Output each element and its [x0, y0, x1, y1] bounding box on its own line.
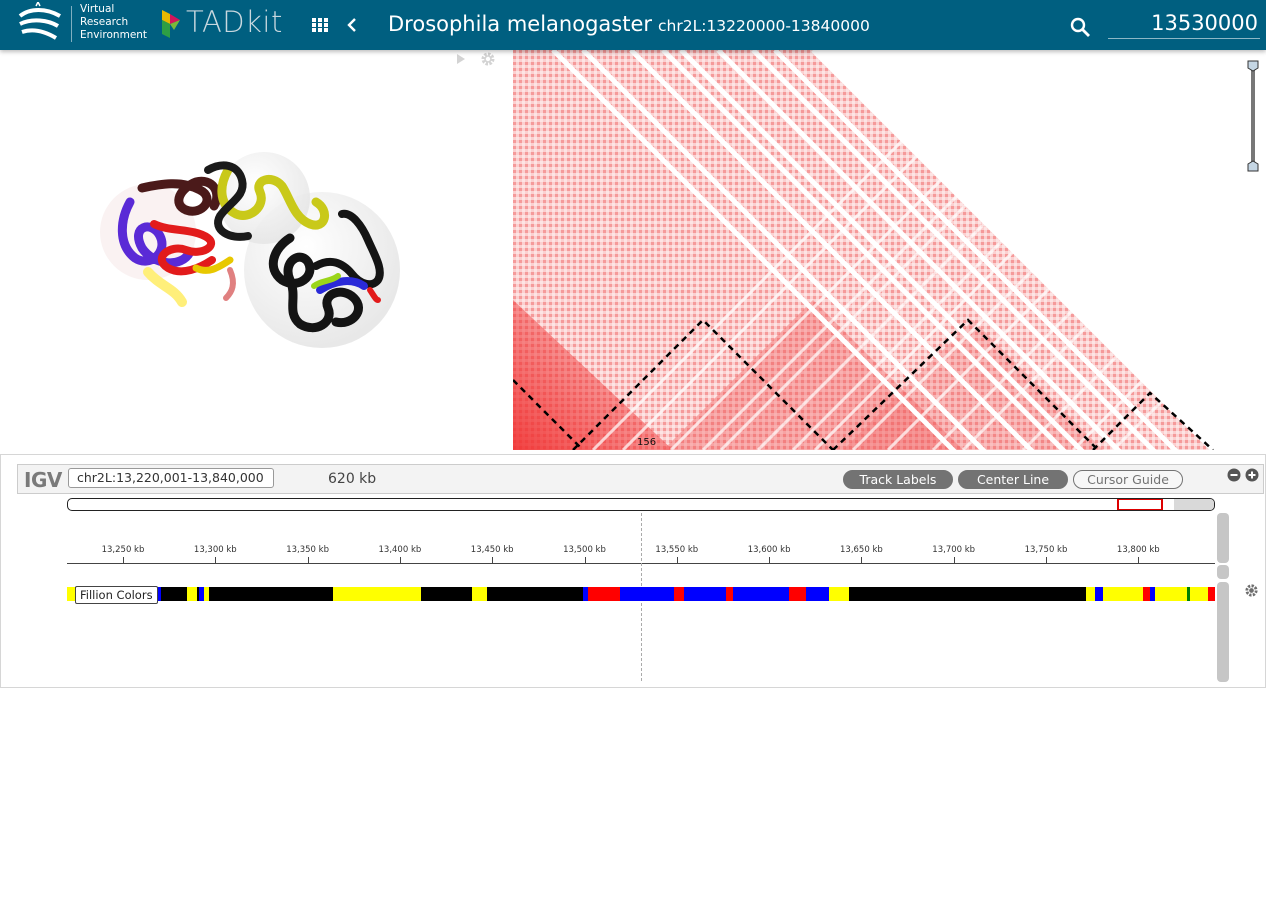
track-segment — [217, 587, 333, 601]
track-segment — [204, 587, 209, 601]
window-width-label: 620 kb — [328, 471, 377, 487]
track-segment — [733, 587, 789, 601]
species-name: Drosophila melanogaster — [388, 12, 652, 36]
igv-navbar: IGV chr2L:13,220,001-13,840,000 620 kb T… — [17, 464, 1264, 494]
vre-logo-icon — [18, 2, 61, 40]
chromosome-ideogram[interactable] — [67, 498, 1215, 511]
ruler-tick-label: 13,450 kb — [470, 545, 514, 555]
gear-icon[interactable] — [480, 51, 496, 67]
play-icon[interactable] — [456, 53, 466, 65]
position-input[interactable] — [1108, 8, 1260, 39]
track-segment — [1208, 587, 1215, 601]
matrix-index-label: 156 — [637, 437, 656, 448]
igv-logo: IGV — [24, 468, 62, 492]
ruler-tick-label: 13,500 kb — [563, 545, 606, 555]
ruler-tick-label: 13,550 kb — [655, 545, 699, 555]
track-segment — [583, 587, 588, 601]
ruler-tick-label: 13,750 kb — [1024, 545, 1068, 555]
track-segment — [1086, 587, 1095, 601]
track-scrollbar[interactable] — [1217, 582, 1229, 682]
track-segment — [588, 587, 620, 601]
ideogram-centromere — [1174, 499, 1214, 510]
tadkit-logo-text: TADkit — [186, 5, 283, 39]
matrix-zoom-slider[interactable] — [1246, 58, 1260, 174]
hic-contact-matrix[interactable]: 156 — [513, 50, 1226, 450]
page-title: Drosophila melanogaster chr2L:13220000-13… — [388, 12, 870, 36]
ruler-tick-label: 13,300 kb — [193, 545, 237, 555]
zoom-out-icon[interactable] — [1227, 468, 1241, 482]
track-segment — [684, 587, 726, 601]
track-segment — [157, 587, 161, 601]
viewer-controls — [452, 50, 502, 68]
ruler-scrollbar[interactable] — [1217, 513, 1229, 563]
ideogram-scrollbar[interactable] — [1217, 565, 1229, 579]
track-segment — [67, 587, 75, 601]
track-segment — [187, 587, 197, 601]
track-segment — [487, 587, 583, 601]
track-segment — [1190, 587, 1208, 601]
ideogram-current-region — [1117, 499, 1163, 510]
track-segment — [829, 587, 849, 601]
ruler-tick-label: 13,400 kb — [378, 545, 422, 555]
region-label: chr2L:13220000-13840000 — [658, 17, 870, 35]
gear-icon[interactable] — [1244, 583, 1259, 598]
zoom-in-icon[interactable] — [1245, 468, 1259, 482]
track-segment — [421, 587, 472, 601]
ruler-tick-label: 13,600 kb — [747, 545, 791, 555]
cursor-guide-button[interactable]: Cursor Guide — [1073, 470, 1183, 489]
track-segment — [209, 587, 217, 601]
locus-search-input[interactable]: chr2L:13,220,001-13,840,000 — [68, 468, 274, 488]
track-segment — [1103, 587, 1143, 601]
track-segment — [161, 587, 187, 601]
track-name-label: Fillion Colors — [75, 586, 158, 604]
ruler-tick-label: 13,350 kb — [286, 545, 329, 555]
track-labels-button[interactable]: Track Labels — [843, 470, 953, 489]
track-segment — [643, 587, 674, 601]
logo-divider — [71, 6, 72, 42]
search-icon[interactable] — [1069, 16, 1091, 38]
track-segment — [674, 587, 684, 601]
igv-panel: IGV chr2L:13,220,001-13,840,000 620 kb T… — [0, 454, 1266, 688]
ruler-tick-label: 13,800 kb — [1116, 545, 1160, 555]
chromatin-3d-model[interactable] — [90, 140, 410, 360]
track-segment — [472, 587, 487, 601]
track-segment — [1095, 587, 1103, 601]
track-segment — [789, 587, 806, 601]
chromatin-state-track[interactable] — [67, 587, 1215, 601]
ruler-tick-label: 13,650 kb — [840, 545, 883, 555]
track-segment — [333, 587, 421, 601]
vre-logo-text: Virtual Research Environment — [80, 3, 148, 41]
track-segment — [199, 587, 204, 601]
track-segment — [1187, 587, 1190, 601]
apps-grid-icon[interactable] — [310, 17, 330, 33]
track-segment — [1150, 587, 1155, 601]
track-segment — [806, 587, 829, 601]
ruler-tick-label: 13,250 kb — [101, 545, 145, 555]
top-app-bar: Virtual Research Environment TADkit Dros… — [0, 0, 1266, 50]
center-line-button[interactable]: Center Line — [958, 470, 1068, 489]
track-segment — [620, 587, 643, 601]
chevron-left-icon[interactable] — [342, 15, 362, 35]
track-segment — [1143, 587, 1150, 601]
track-segment — [1155, 587, 1187, 601]
track-segment — [849, 587, 1086, 601]
matrix-heatmap[interactable]: 156 — [513, 50, 1226, 450]
tadkit-logo-icon — [162, 10, 180, 38]
ruler-tick-label: 13,700 kb — [932, 545, 976, 555]
track-segment — [197, 587, 199, 601]
track-segment — [726, 587, 733, 601]
